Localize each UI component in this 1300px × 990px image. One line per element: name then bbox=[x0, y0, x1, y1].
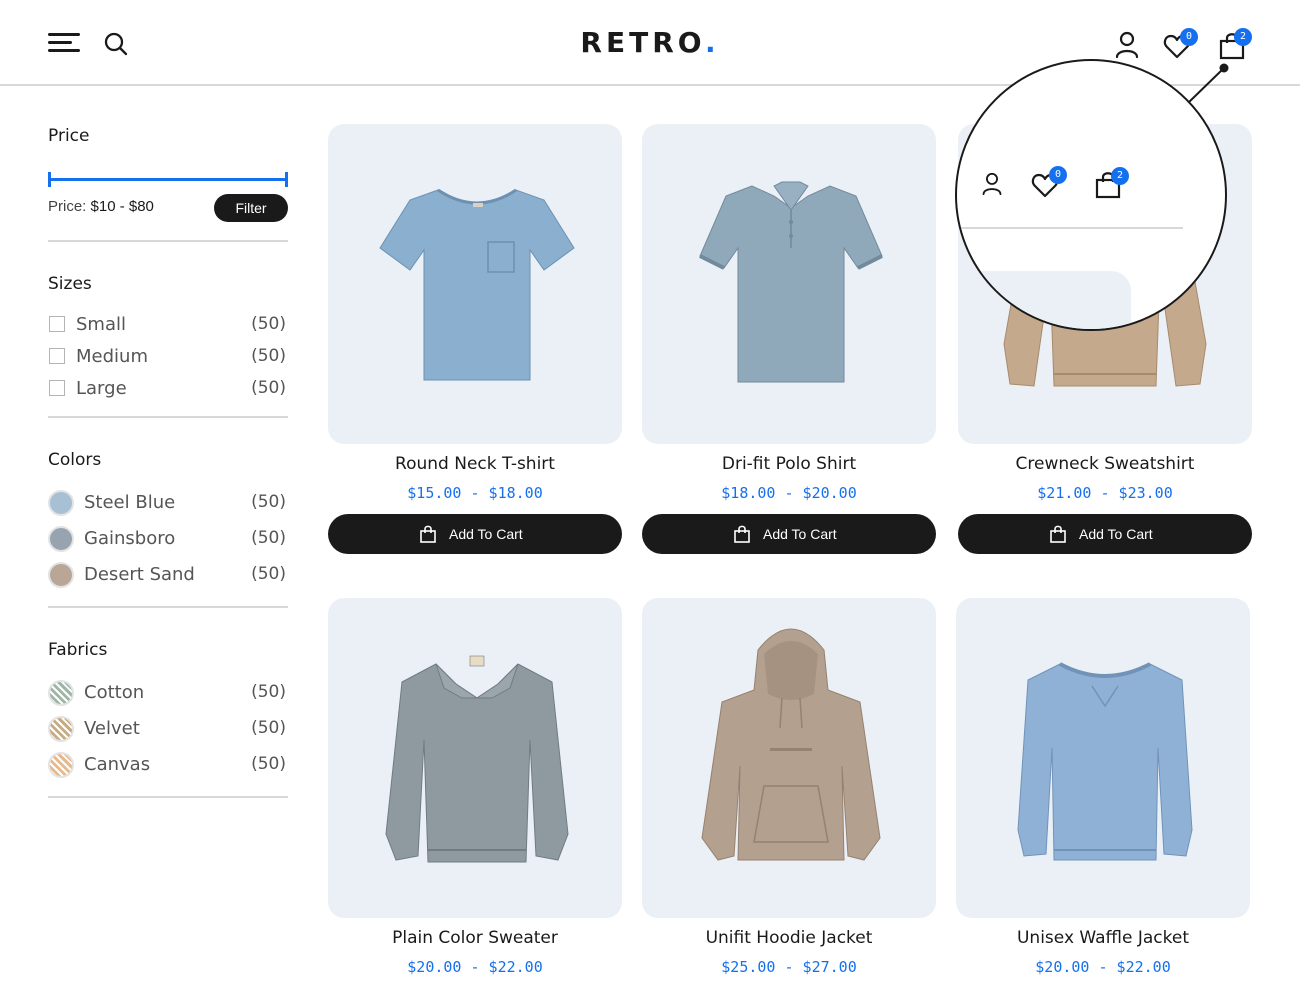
magnifier-header-divider bbox=[957, 227, 1183, 229]
product-name[interactable]: Plain Color Sweater bbox=[328, 928, 622, 948]
filter-button[interactable]: Filter bbox=[214, 194, 288, 222]
cart-count-badge: 2 bbox=[1111, 167, 1129, 185]
size-option-medium[interactable]: Medium (50) bbox=[48, 344, 288, 368]
colors-filter-title: Colors bbox=[48, 450, 102, 470]
add-to-cart-button[interactable]: Add To Cart bbox=[328, 514, 622, 554]
product-image[interactable] bbox=[642, 124, 936, 444]
polo-shirt-image bbox=[699, 181, 883, 383]
product-card[interactable]: Dri-fit Polo Shirt $18.00 - $20.00 Add T… bbox=[642, 124, 936, 554]
product-name[interactable]: Round Neck T-shirt bbox=[328, 454, 622, 474]
divider bbox=[48, 240, 288, 242]
color-option-gainsboro[interactable]: Gainsboro (50) bbox=[48, 526, 288, 552]
sizes-filter-title: Sizes bbox=[48, 274, 92, 294]
product-name[interactable]: Dri-fit Polo Shirt bbox=[642, 454, 936, 474]
product-card[interactable]: Unisex Waffle Jacket $20.00 - $22.00 bbox=[956, 598, 1250, 990]
product-price: $25.00 - $27.00 bbox=[721, 958, 857, 976]
wishlist-count-badge: 0 bbox=[1049, 166, 1067, 184]
waffle-jacket-image bbox=[1017, 662, 1193, 861]
fabric-swatch[interactable] bbox=[48, 680, 74, 706]
divider bbox=[48, 416, 288, 418]
color-swatch[interactable] bbox=[48, 490, 74, 516]
product-name[interactable]: Unisex Waffle Jacket bbox=[956, 928, 1250, 948]
hamburger-menu-icon[interactable] bbox=[48, 32, 82, 54]
header-icons-magnifier: 0 2 bbox=[955, 59, 1227, 331]
price-max-handle[interactable] bbox=[285, 172, 288, 187]
size-option-small[interactable]: Small (50) bbox=[48, 312, 288, 336]
price-range-slider[interactable] bbox=[48, 172, 288, 188]
cart-button[interactable]: 2 bbox=[1095, 165, 1131, 199]
tshirt-image bbox=[379, 188, 575, 381]
sweater-image bbox=[385, 655, 569, 863]
shopping-bag-icon bbox=[420, 525, 436, 543]
brand-logo[interactable]: RETRO. bbox=[560, 26, 740, 59]
add-to-cart-button[interactable]: Add To Cart bbox=[958, 514, 1252, 554]
product-price: $15.00 - $18.00 bbox=[407, 484, 543, 502]
product-image[interactable] bbox=[956, 598, 1250, 918]
color-swatch[interactable] bbox=[48, 526, 74, 552]
price-range-text: Price: $10 - $80 bbox=[48, 198, 154, 215]
product-price: $21.00 - $23.00 bbox=[1037, 484, 1173, 502]
shopping-bag-icon bbox=[1050, 525, 1066, 543]
hoodie-image bbox=[701, 628, 881, 861]
checkbox[interactable] bbox=[49, 348, 65, 364]
fabric-option-velvet[interactable]: Velvet (50) bbox=[48, 716, 288, 742]
price-min-handle[interactable] bbox=[48, 172, 51, 187]
divider bbox=[48, 796, 288, 798]
user-icon[interactable] bbox=[981, 171, 1003, 202]
magnifier-card-corner bbox=[957, 271, 1157, 329]
price-slider-track bbox=[49, 178, 287, 181]
fabric-swatch[interactable] bbox=[48, 752, 74, 778]
add-to-cart-button[interactable]: Add To Cart bbox=[642, 514, 936, 554]
product-image[interactable] bbox=[328, 598, 622, 918]
cart-count-badge: 2 bbox=[1234, 28, 1252, 46]
price-range-value: $10 - $80 bbox=[90, 198, 154, 215]
product-name[interactable]: Unifit Hoodie Jacket bbox=[642, 928, 936, 948]
size-option-large[interactable]: Large (50) bbox=[48, 376, 288, 400]
checkbox[interactable] bbox=[49, 316, 65, 332]
product-card[interactable]: Plain Color Sweater $20.00 - $22.00 bbox=[328, 598, 622, 990]
product-price: $20.00 - $22.00 bbox=[407, 958, 543, 976]
product-image[interactable] bbox=[642, 598, 936, 918]
color-option-desert-sand[interactable]: Desert Sand (50) bbox=[48, 562, 288, 588]
wishlist-count-badge: 0 bbox=[1180, 28, 1198, 46]
shopping-bag-icon bbox=[734, 525, 750, 543]
fabric-option-cotton[interactable]: Cotton (50) bbox=[48, 680, 288, 706]
product-name[interactable]: Crewneck Sweatshirt bbox=[958, 454, 1252, 474]
divider bbox=[48, 606, 288, 608]
product-image[interactable] bbox=[328, 124, 622, 444]
color-swatch[interactable] bbox=[48, 562, 74, 588]
wishlist-button[interactable]: 0 bbox=[1031, 165, 1071, 199]
fabrics-filter-title: Fabrics bbox=[48, 640, 108, 660]
fabric-swatch[interactable] bbox=[48, 716, 74, 742]
color-option-steel-blue[interactable]: Steel Blue (50) bbox=[48, 490, 288, 516]
user-icon[interactable] bbox=[1114, 31, 1140, 59]
search-icon[interactable] bbox=[103, 31, 129, 57]
product-card[interactable]: Round Neck T-shirt $15.00 - $18.00 Add T… bbox=[328, 124, 622, 554]
fabric-option-canvas[interactable]: Canvas (50) bbox=[48, 752, 288, 778]
product-card[interactable]: Unifit Hoodie Jacket $25.00 - $27.00 bbox=[642, 598, 936, 990]
cart-button[interactable]: 2 bbox=[1219, 28, 1255, 62]
checkbox[interactable] bbox=[49, 380, 65, 396]
product-price: $20.00 - $22.00 bbox=[1035, 958, 1171, 976]
wishlist-button[interactable]: 0 bbox=[1163, 28, 1203, 62]
price-filter-title: Price bbox=[48, 126, 90, 146]
product-price: $18.00 - $20.00 bbox=[721, 484, 857, 502]
